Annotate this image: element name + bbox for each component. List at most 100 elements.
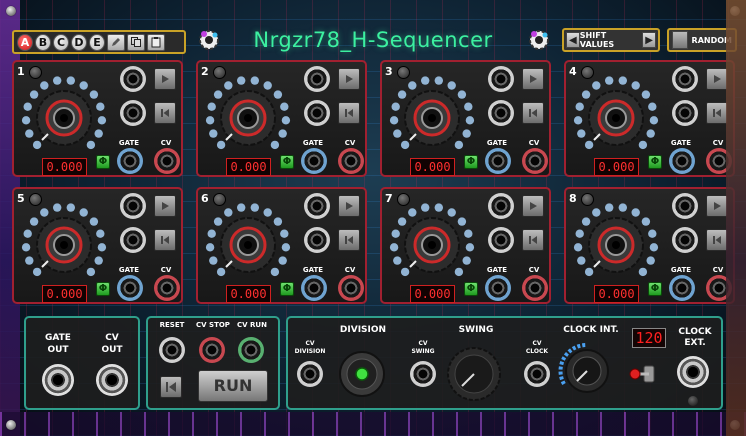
play-button[interactable] — [154, 68, 176, 90]
step-input-jack[interactable] — [120, 100, 146, 126]
step-value-knob[interactable] — [572, 201, 660, 289]
division-knob[interactable] — [338, 350, 386, 398]
step-value-knob[interactable] — [388, 201, 476, 289]
cv-stop-jack[interactable] — [199, 337, 225, 363]
cv-jack[interactable] — [522, 148, 548, 174]
gate-jack[interactable] — [669, 148, 695, 174]
skip-back-icon — [713, 109, 721, 117]
step-input-jack[interactable] — [304, 66, 330, 92]
step-input-jack[interactable] — [672, 193, 698, 219]
phase-button[interactable]: Φ — [648, 155, 662, 169]
skip-back-button[interactable] — [706, 102, 728, 124]
cv-run-jack[interactable] — [238, 337, 264, 363]
cv-jack[interactable] — [338, 275, 364, 301]
skip-back-button[interactable] — [522, 229, 544, 251]
play-button[interactable] — [522, 68, 544, 90]
skip-back-button[interactable] — [154, 102, 176, 124]
cv-jack[interactable] — [522, 275, 548, 301]
step-value-knob[interactable] — [388, 74, 476, 162]
skip-back-button[interactable] — [154, 229, 176, 251]
cv-clock-jack[interactable] — [524, 361, 550, 387]
gate-jack[interactable] — [301, 148, 327, 174]
cv-out-jack[interactable] — [96, 364, 128, 396]
skip-back-button[interactable] — [706, 229, 728, 251]
cv-jack[interactable] — [154, 275, 180, 301]
play-button[interactable] — [338, 195, 360, 217]
reset-jack[interactable] — [159, 337, 185, 363]
play-icon — [346, 202, 353, 210]
step-input-jack[interactable] — [120, 227, 146, 253]
step-input-jack[interactable] — [120, 66, 146, 92]
step-input-jack[interactable] — [488, 100, 514, 126]
step-input-jack[interactable] — [488, 227, 514, 253]
clock-ext-jack[interactable] — [677, 356, 709, 388]
step-value-knob[interactable] — [572, 74, 660, 162]
cv-jack[interactable] — [338, 148, 364, 174]
step-input-jack[interactable] — [488, 193, 514, 219]
clock-int-knob[interactable] — [556, 340, 618, 402]
step-input-jack[interactable] — [672, 227, 698, 253]
phase-button[interactable]: Φ — [280, 155, 294, 169]
shift-left-button[interactable]: ◀ — [566, 32, 580, 48]
step-input-jack[interactable] — [672, 100, 698, 126]
gate-jack[interactable] — [117, 148, 143, 174]
phase-button[interactable]: Φ — [648, 282, 662, 296]
cv-swing-label: CV SWING — [411, 340, 435, 355]
cv-jack[interactable] — [154, 148, 180, 174]
phase-button[interactable]: Φ — [464, 282, 478, 296]
pattern-button-a[interactable]: A — [17, 33, 33, 51]
clock-toggle-switch[interactable] — [628, 360, 658, 388]
run-button[interactable]: RUN — [198, 370, 268, 402]
step-input-jack[interactable] — [120, 193, 146, 219]
phase-button[interactable]: Φ — [464, 155, 478, 169]
gate-jack[interactable] — [669, 275, 695, 301]
step-value-knob[interactable] — [204, 201, 292, 289]
shift-right-button[interactable]: ▶ — [642, 32, 657, 48]
step-value-display: 0.000 — [594, 285, 639, 303]
random-button[interactable] — [672, 31, 688, 49]
skip-back-button[interactable] — [338, 102, 360, 124]
step-value-knob[interactable] — [20, 201, 108, 289]
skip-back-icon — [529, 109, 537, 117]
gate-label: GATE — [118, 139, 140, 147]
pattern-button-b[interactable]: B — [35, 33, 51, 51]
cv-division-jack[interactable] — [297, 361, 323, 387]
pattern-button-e[interactable]: E — [89, 33, 105, 51]
phase-button[interactable]: Φ — [96, 155, 110, 169]
shift-values-label: SHIFT VALUES — [579, 31, 615, 49]
phase-button[interactable]: Φ — [280, 282, 294, 296]
gate-jack[interactable] — [485, 148, 511, 174]
skip-back-button[interactable] — [522, 102, 544, 124]
skip-back-button[interactable] — [338, 229, 360, 251]
bpm-display: 120 — [632, 328, 666, 348]
step-input-jack[interactable] — [488, 66, 514, 92]
reset-button[interactable] — [160, 376, 182, 398]
play-button[interactable] — [706, 68, 728, 90]
pencil-icon[interactable] — [107, 33, 125, 51]
swing-knob[interactable] — [446, 346, 502, 402]
gate-jack[interactable] — [117, 275, 143, 301]
copy-icon[interactable] — [127, 33, 145, 51]
phase-button[interactable]: Φ — [96, 282, 110, 296]
pattern-button-c[interactable]: C — [53, 33, 69, 51]
screw-icon — [730, 6, 740, 16]
cv-jack[interactable] — [706, 148, 732, 174]
play-button[interactable] — [706, 195, 728, 217]
step-input-jack[interactable] — [304, 227, 330, 253]
paste-icon[interactable] — [147, 33, 165, 51]
gate-jack[interactable] — [485, 275, 511, 301]
cv-jack[interactable] — [706, 275, 732, 301]
play-button[interactable] — [522, 195, 544, 217]
play-button[interactable] — [338, 68, 360, 90]
step-value-knob[interactable] — [204, 74, 292, 162]
step-value-knob[interactable] — [20, 74, 108, 162]
cv-swing-jack[interactable] — [410, 361, 436, 387]
gate-jack[interactable] — [301, 275, 327, 301]
step-input-jack[interactable] — [304, 193, 330, 219]
pattern-button-d[interactable]: D — [71, 33, 87, 51]
cv-label: CV — [160, 266, 172, 274]
play-button[interactable] — [154, 195, 176, 217]
step-input-jack[interactable] — [672, 66, 698, 92]
gate-out-jack[interactable] — [42, 364, 74, 396]
step-input-jack[interactable] — [304, 100, 330, 126]
